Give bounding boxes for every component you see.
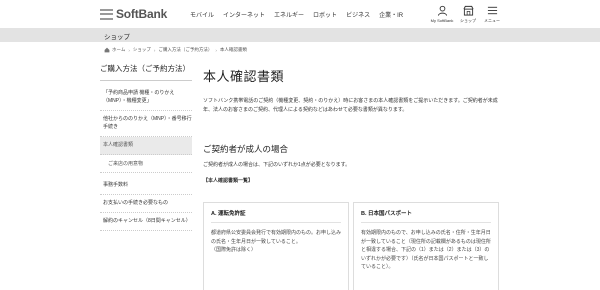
nav-business[interactable]: ビジネス (346, 10, 370, 19)
breadcrumb-separator: › (128, 47, 130, 53)
nav-mobile[interactable]: モバイル (190, 10, 214, 19)
breadcrumb-shop[interactable]: ショップ (133, 47, 151, 53)
breadcrumb-current: 本人確認書類 (219, 47, 247, 52)
sidebar-item-cancel[interactable]: 解約のキャンセル（8日間キャンセル） (100, 213, 192, 231)
category-title[interactable]: ショップ (104, 31, 130, 41)
logo-mark-icon (100, 8, 113, 20)
nav-internet[interactable]: インターネット (223, 10, 265, 19)
menu-icon (486, 4, 498, 16)
shop-link[interactable]: ショップ (456, 4, 480, 24)
sidebar-item-id-documents[interactable]: 本人確認書類 (100, 137, 192, 155)
card-title: A. 運転免許証 (211, 209, 341, 223)
sidebar-item-payment[interactable]: お支払いの手続き必要なもの (100, 195, 192, 213)
menu-button[interactable]: メニュー (480, 4, 504, 24)
breadcrumb-separator: › (215, 47, 217, 53)
sidebar-item-fees[interactable]: 事務手数料 (100, 177, 192, 195)
breadcrumb: ホーム › ショップ › ご購入方法（ご予約方法） › 本人確認書類 (104, 47, 247, 53)
breadcrumb-home[interactable]: ホーム (112, 47, 125, 53)
card-body: 都道府県公安委員会発行で有効期限内のもの。お申し込みの氏名・生年月日が一致してい… (211, 230, 342, 245)
documents-list-label: 【本人確認書類一覧】 (203, 178, 254, 184)
breadcrumb-purchase[interactable]: ご購入方法（ご予約方法） (158, 47, 212, 53)
home-icon[interactable] (104, 47, 110, 53)
softbank-logo[interactable]: SoftBank (100, 7, 167, 21)
document-card-license: A. 運転免許証 都道府県公安委員会発行で有効期限内のもの。お申し込みの氏名・生… (203, 202, 349, 290)
global-nav: モバイル インターネット エネルギー ロボット ビジネス 企業・IR (190, 10, 412, 19)
sidebar-subitem-store-items[interactable]: ご来店の用意物 (100, 155, 192, 173)
card-title: B. 日本国パスポート (361, 209, 491, 223)
nav-energy[interactable]: エネルギー (274, 10, 304, 19)
section-text: ご契約者が成人の場合は、下記のいずれか1点が必要となります。 (203, 162, 351, 168)
page-title: 本人確認書類 (203, 69, 285, 84)
sidebar-title: ご購入方法（ご予約方法） (100, 64, 192, 81)
my-softbank-link[interactable]: My SoftBank (430, 4, 454, 23)
intro-text: ソフトバンク携帯電話のご契約（機種変更、契約・のりかえ）時にお客さまの本人確認書… (203, 98, 498, 113)
breadcrumb-separator: › (153, 47, 156, 53)
logo-text: SoftBank (116, 7, 168, 21)
shop-label: ショップ (460, 18, 476, 23)
menu-label: メニュー (484, 18, 500, 23)
main-content: 本人確認書類 ソフトバンク携帯電話のご契約（機種変更、契約・のりかえ）時にお客さ… (203, 66, 503, 290)
nav-robot[interactable]: ロボット (313, 10, 337, 19)
user-icon (436, 4, 448, 16)
section-title: ご契約者が成人の場合 (203, 144, 289, 154)
sidebar-item-reservation[interactable]: 「予約商品申請 機種・のりかえ（MNP）・機種変更」 (100, 85, 192, 111)
nav-corporate-ir[interactable]: 企業・IR (379, 10, 403, 19)
sidebar: ご購入方法（ご予約方法） 「予約商品申請 機種・のりかえ（MNP）・機種変更」 … (100, 64, 192, 231)
card-body: 有効期限内のもので、お申し込みの氏名・住所・生年月日が一致していること（現住所の… (361, 230, 491, 270)
card-note: （国際免許は除く） (211, 247, 257, 253)
sidebar-item-mnp[interactable]: 他社からののりかえ（MNP）・番号移行手続き (100, 111, 192, 137)
my-softbank-label: My SoftBank (430, 18, 454, 23)
shop-icon (462, 4, 474, 16)
global-header: SoftBank モバイル インターネット エネルギー ロボット ビジネス 企業… (0, 0, 600, 30)
document-card-passport: B. 日本国パスポート 有効期限内のもので、お申し込みの氏名・住所・生年月日が一… (353, 202, 499, 290)
document-cards: A. 運転免許証 都道府県公安委員会発行で有効期限内のもの。お申し込みの氏名・生… (203, 202, 499, 290)
category-bar: ショップ (0, 28, 600, 42)
